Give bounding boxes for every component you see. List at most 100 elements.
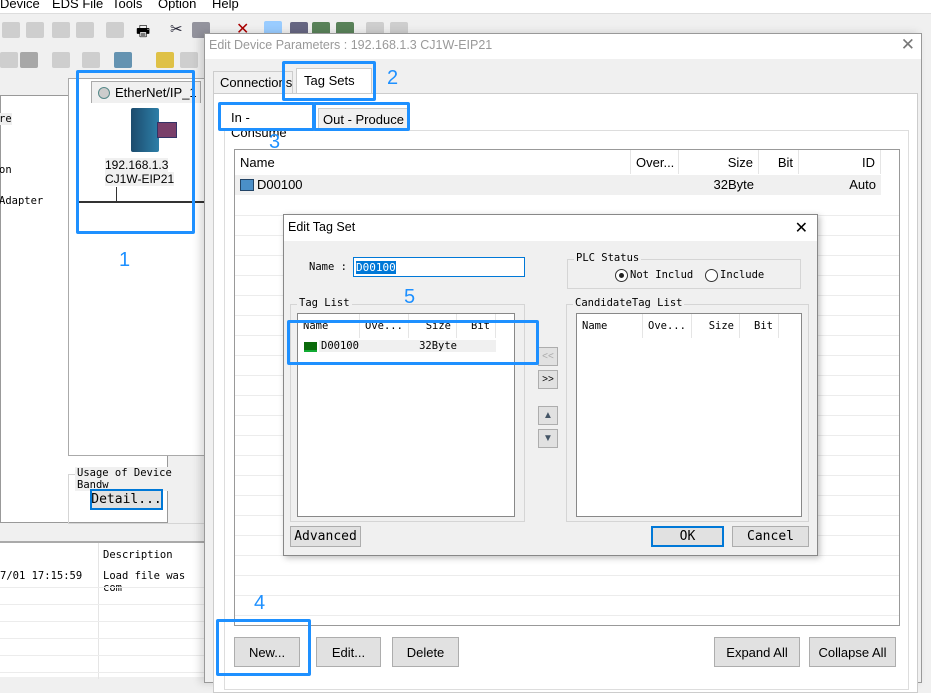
tag-list: Name Ove... Size Bit D00100 32Byte [297, 313, 515, 517]
candidate-list: Name Ove... Size Bit [576, 313, 802, 517]
cand-col-size[interactable]: Size [692, 314, 740, 338]
tag-set-titlebar: Edit Tag Set ✕ [284, 215, 817, 241]
collapse-all-button[interactable]: Collapse All [809, 637, 896, 667]
toolbar-icon[interactable] [52, 52, 70, 68]
tag-col-over[interactable]: Ove... [360, 314, 409, 338]
toolbar-icon[interactable] [52, 22, 70, 38]
toolbar-icon[interactable] [76, 22, 94, 38]
subtab-out-produce[interactable]: Out - Produce [318, 108, 410, 130]
bandwidth-label: Usage of Device Bandw [75, 467, 207, 491]
toolbar-icon[interactable] [156, 52, 174, 68]
row-name: D00100 [257, 177, 303, 192]
col-name[interactable]: Name [235, 150, 631, 174]
log-time: 7/01 17:15:59 [0, 570, 83, 582]
tab-ethernet-ip[interactable]: EtherNet/IP_1 [91, 81, 201, 103]
close-icon[interactable]: ✕ [901, 35, 915, 55]
advanced-button[interactable]: Advanced [290, 526, 361, 547]
tab-connections[interactable]: Connections [213, 71, 293, 94]
name-label: Name : [309, 261, 347, 273]
radio-include-label: Include [720, 269, 765, 281]
toolbar-icon[interactable] [26, 22, 44, 38]
tag-row-name: D00100 [319, 340, 496, 352]
menu-tools[interactable]: Tools [112, 0, 142, 11]
menu-bar: Device EDS File Tools Option Help [0, 0, 931, 14]
tag-col-name[interactable]: Name [298, 314, 360, 338]
memory-tag-icon [304, 342, 317, 352]
device-model-label: CJ1W-EIP21 [105, 172, 175, 186]
move-right-button[interactable]: >> [538, 370, 558, 389]
edit-button[interactable]: Edit... [316, 637, 381, 667]
tab-tag-sets[interactable]: Tag Sets [296, 68, 372, 95]
ok-button[interactable]: OK [651, 526, 724, 547]
log-header-description[interactable]: Description [103, 549, 173, 561]
toolbar-icon[interactable] [180, 52, 198, 68]
list-header: Name Over... Size Bit ID [235, 150, 899, 174]
dialog-titlebar: Edit Device Parameters : 192.168.1.3 CJ1… [205, 34, 921, 59]
tag-col-bit[interactable]: Bit [457, 314, 496, 338]
tag-col-size[interactable]: Size [409, 314, 457, 338]
edit-tag-set-dialog: Edit Tag Set ✕ Name : D00100 PLC Status … [283, 214, 818, 556]
tag-list-group: Tag List Name Ove... Size Bit D00100 32B… [290, 297, 525, 522]
plc-status-group: PLC Status Not Includ Include [567, 252, 801, 289]
cancel-button[interactable]: Cancel [732, 526, 809, 547]
network-adapter-icon [157, 122, 177, 138]
candidate-list-group: CandidateTag List Name Ove... Size Bit [566, 297, 809, 522]
close-icon[interactable]: ✕ [795, 218, 808, 238]
plc-status-label: PLC Status [574, 252, 642, 264]
candidate-list-label: CandidateTag List [573, 297, 685, 309]
print-icon[interactable]: 🖶 [136, 21, 150, 46]
menu-option[interactable]: Option [158, 0, 196, 11]
annotation-3: 3 [269, 131, 281, 153]
tab-connections-label: Connections [220, 75, 293, 90]
radio-not-include-label: Not Includ [630, 269, 694, 281]
radio-not-include[interactable] [615, 269, 628, 282]
toolbar-icon[interactable] [0, 52, 18, 68]
log-description: Load file was com [103, 570, 186, 594]
tab-tag-sets-label: Tag Sets [304, 73, 355, 88]
delete-button[interactable]: Delete [392, 637, 459, 667]
row-id: Auto [849, 177, 876, 192]
network-canvas: EtherNet/IP_1 192.168.1.3 CJ1W-EIP21 [68, 78, 209, 456]
col-over[interactable]: Over... [631, 150, 679, 174]
move-left-button[interactable]: << [538, 347, 558, 366]
plc-device-icon[interactable] [131, 108, 159, 152]
tag-list-row[interactable]: D00100 32Byte [298, 339, 496, 356]
toolbar-icon[interactable] [2, 22, 20, 38]
tag-set-icon [240, 179, 254, 191]
subtab-in-consume[interactable]: In - Consume [222, 106, 314, 140]
radio-include[interactable] [705, 269, 718, 282]
menu-help[interactable]: Help [212, 0, 239, 11]
tree-item[interactable]: on [0, 164, 12, 176]
toolbar-icon[interactable] [82, 52, 100, 68]
name-input-value: D00100 [356, 261, 396, 274]
move-down-icon[interactable]: ▼ [538, 429, 558, 448]
tag-set-title: Edit Tag Set [288, 220, 356, 234]
device-ip-label: 192.168.1.3 [105, 158, 169, 172]
annotation-2: 2 [387, 67, 399, 89]
menu-eds-file[interactable]: EDS File [52, 0, 103, 11]
tree-item[interactable]: re [0, 113, 12, 125]
col-size[interactable]: Size [679, 150, 759, 174]
device-connector [116, 187, 117, 201]
cut-icon[interactable]: ✂ [170, 20, 183, 38]
expand-all-button[interactable]: Expand All [714, 637, 800, 667]
table-row[interactable]: D00100 32Byte Auto [235, 175, 881, 195]
row-size: 32Byte [713, 177, 754, 192]
cand-col-name[interactable]: Name [577, 314, 643, 338]
menu-device[interactable]: Device [0, 0, 40, 11]
new-button[interactable]: New... [234, 637, 300, 667]
move-up-icon[interactable]: ▲ [538, 406, 558, 425]
cand-col-over[interactable]: Ove... [643, 314, 692, 338]
toolbar-icon[interactable] [106, 22, 124, 38]
cand-col-bit[interactable]: Bit [740, 314, 779, 338]
col-bit[interactable]: Bit [759, 150, 799, 174]
col-id[interactable]: ID [799, 150, 881, 174]
detail-button[interactable]: Detail... [90, 489, 163, 510]
dialog-title: Edit Device Parameters : 192.168.1.3 CJ1… [209, 38, 493, 52]
network-icon[interactable] [114, 52, 132, 68]
tree-item[interactable]: Adapter [0, 195, 43, 207]
name-input[interactable]: D00100 [353, 257, 525, 277]
network-tab-label: EtherNet/IP_1 [115, 85, 197, 100]
tag-row-size: 32Byte [419, 340, 457, 352]
toolbar-icon[interactable] [20, 52, 38, 68]
